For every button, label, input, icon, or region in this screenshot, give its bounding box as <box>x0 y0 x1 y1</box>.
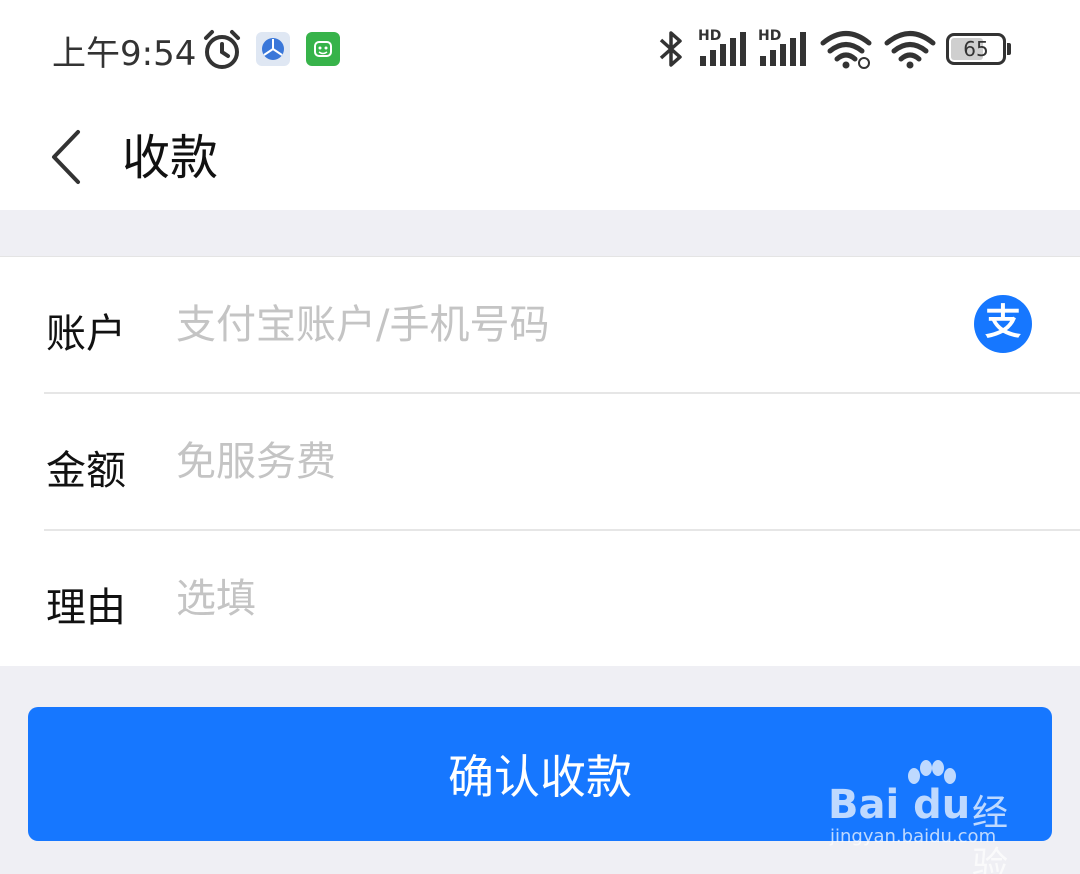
alipay-glyph: 支 <box>984 302 1021 343</box>
bluetooth-icon <box>659 31 682 67</box>
alarm-icon <box>204 30 240 69</box>
payment-form: 账户 支 金额 理由 <box>0 256 1080 666</box>
watermark-url: jingyan.baidu.com <box>830 826 997 847</box>
status-bar: 上午9:54 HD HD 65 <box>0 0 1080 100</box>
watermark-brand: Bai du <box>828 782 971 828</box>
page-title: 收款 <box>122 130 219 186</box>
reason-row: 理由 <box>0 531 1080 668</box>
signal-label: HD <box>758 28 782 44</box>
nav-bar: 收款 <box>0 100 1080 210</box>
app-icon <box>256 32 290 66</box>
battery-icon: 65 <box>946 33 1011 65</box>
account-label: 账户 <box>46 311 126 357</box>
baidu-watermark: Bai du 经验 jingyan.baidu.com <box>828 760 1028 874</box>
wifi-icon <box>884 31 936 69</box>
account-row: 账户 支 <box>0 257 1080 394</box>
reason-input[interactable] <box>176 567 936 631</box>
amount-row: 金额 <box>0 394 1080 531</box>
reason-label: 理由 <box>46 585 126 631</box>
battery-level: 65 <box>963 37 989 61</box>
amount-label: 金额 <box>46 448 126 494</box>
app-icon <box>306 32 340 66</box>
status-time: 上午9:54 <box>52 34 197 74</box>
signal-icon: HD <box>698 28 750 72</box>
signal-icon: HD <box>758 28 810 72</box>
chevron-left-icon[interactable] <box>46 120 86 190</box>
amount-input[interactable] <box>176 430 936 494</box>
wifi-icon <box>820 31 872 69</box>
alipay-icon[interactable]: 支 <box>974 295 1032 353</box>
signal-label: HD <box>698 28 722 44</box>
account-input[interactable] <box>176 293 936 357</box>
